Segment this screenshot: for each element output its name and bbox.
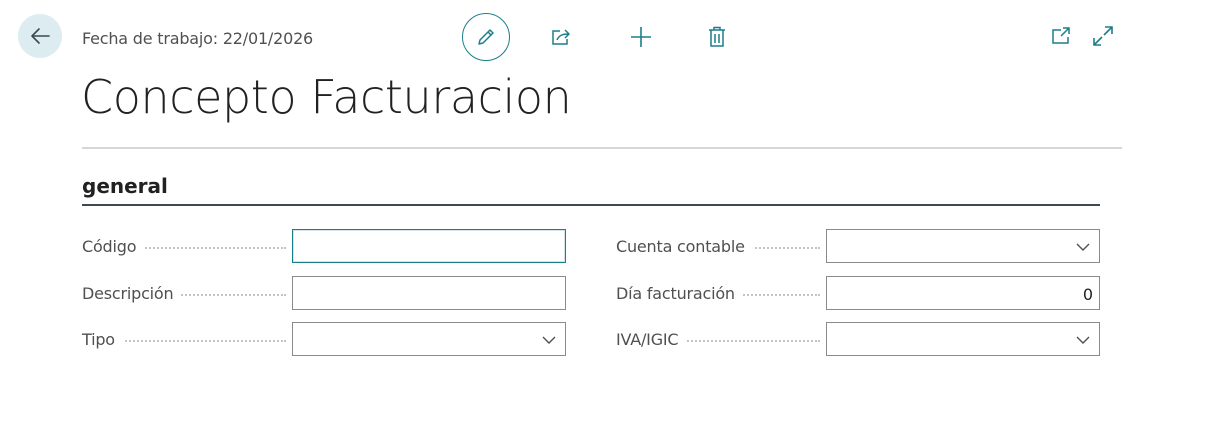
iva-igic-select[interactable]	[826, 322, 1100, 356]
field-label-dia-facturacion: Día facturación	[616, 284, 743, 303]
chevron-down-icon[interactable]	[541, 332, 557, 348]
dia-facturacion-value: 0	[1082, 285, 1093, 304]
work-date[interactable]: Fecha de trabajo: 22/01/2026	[82, 29, 313, 48]
field-tipo: Tipo	[82, 322, 566, 356]
section-title-general[interactable]: general	[82, 174, 168, 198]
field-label-tipo: Tipo	[82, 330, 123, 349]
cuenta-contable-select[interactable]	[826, 229, 1100, 263]
add-button[interactable]	[617, 13, 665, 61]
section-divider	[82, 204, 1100, 206]
field-cuenta-contable: Cuenta contable	[616, 229, 1100, 263]
field-descripcion: Descripción	[82, 276, 566, 310]
pencil-icon	[478, 29, 494, 45]
field-codigo: Código	[82, 229, 566, 263]
page-title: Concepto Facturacion	[81, 70, 572, 124]
share-button[interactable]	[538, 13, 586, 61]
back-button[interactable]	[18, 14, 62, 58]
edit-button[interactable]	[462, 13, 510, 61]
plus-icon	[631, 27, 651, 47]
field-label-descripcion: Descripción	[82, 284, 182, 303]
share-icon	[552, 29, 570, 45]
dia-facturacion-input[interactable]: 0	[826, 276, 1100, 310]
chevron-down-icon[interactable]	[1075, 239, 1091, 255]
expand-icon	[1093, 26, 1113, 46]
field-label-iva-igic: IVA/IGIC	[616, 330, 687, 349]
field-label-cuenta-contable: Cuenta contable	[616, 237, 753, 256]
field-label-codigo: Código	[82, 237, 145, 256]
tipo-select[interactable]	[292, 322, 566, 356]
expand-button[interactable]	[1082, 14, 1124, 58]
title-divider	[82, 147, 1122, 149]
arrow-left-icon	[31, 28, 50, 44]
open-new-window-button[interactable]	[1040, 14, 1082, 58]
descripcion-input[interactable]	[292, 276, 566, 310]
delete-button[interactable]	[693, 13, 741, 61]
field-iva-igic: IVA/IGIC	[616, 322, 1100, 356]
trash-icon	[709, 26, 725, 47]
chevron-down-icon[interactable]	[1075, 332, 1091, 348]
codigo-input[interactable]	[292, 229, 566, 263]
field-dia-facturacion: Día facturación 0	[616, 276, 1100, 310]
open-new-window-icon	[1052, 27, 1070, 44]
